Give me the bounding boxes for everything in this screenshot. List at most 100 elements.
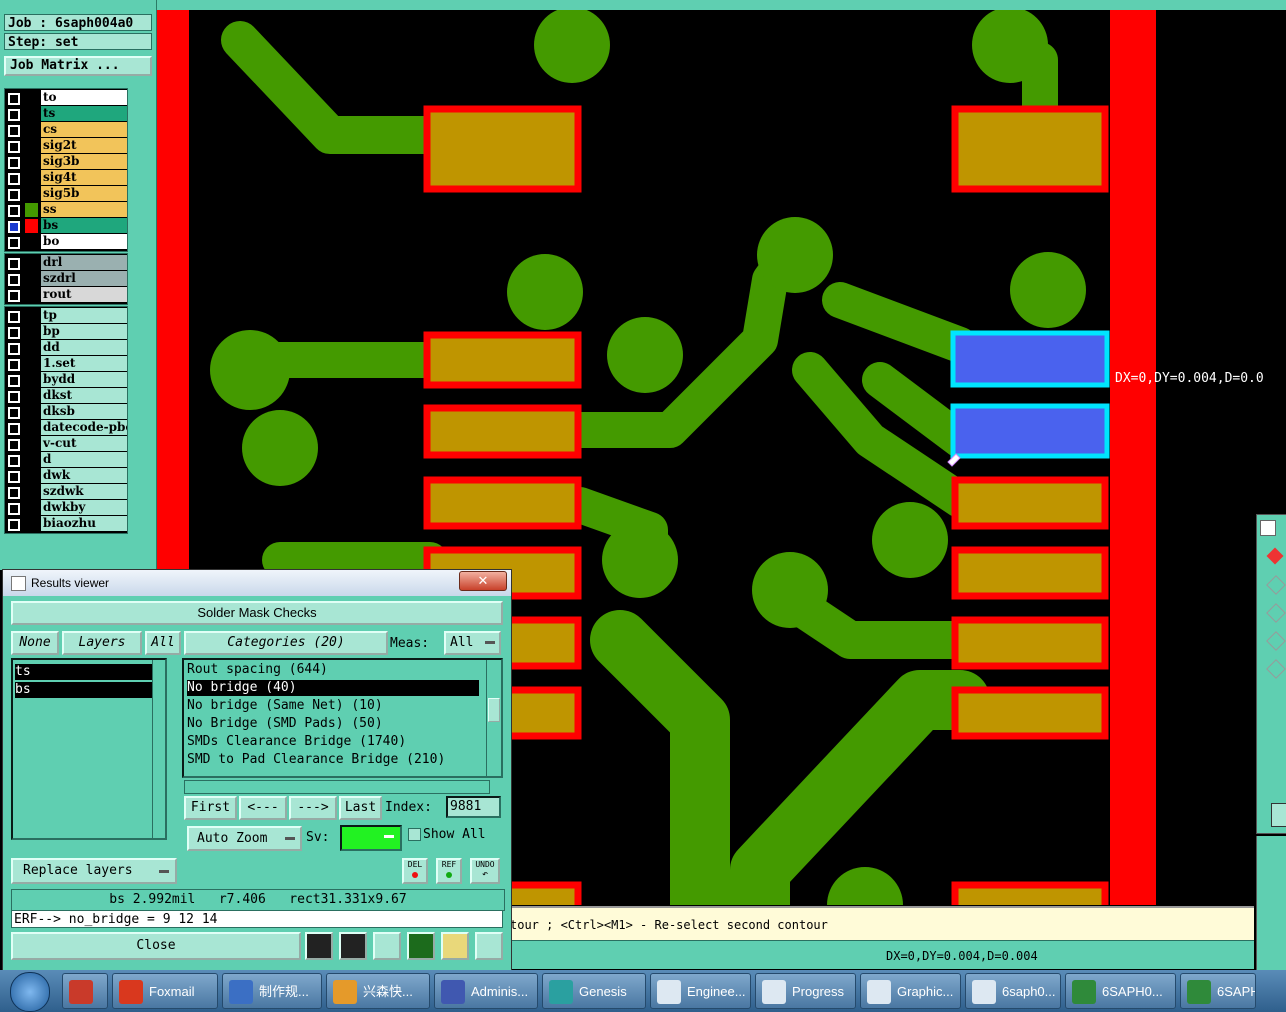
layer-checkbox[interactable] [8, 157, 20, 169]
layer-name[interactable]: dkst [41, 388, 127, 403]
layer-row[interactable]: dd [5, 340, 127, 356]
layer-name[interactable]: dwk [41, 468, 127, 483]
layer-list[interactable]: ts bs [11, 658, 167, 840]
layer-checkbox[interactable] [8, 487, 20, 499]
diamond-icon[interactable] [1266, 575, 1286, 595]
layer-row[interactable]: ss [5, 202, 127, 218]
layer-row[interactable]: dksb [5, 404, 127, 420]
report-icon[interactable] [441, 932, 469, 960]
layer-row[interactable]: rout [5, 287, 127, 303]
tool-icon-2[interactable] [339, 932, 367, 960]
layer-name[interactable]: datecode-pbe [41, 420, 127, 435]
layer-checkbox[interactable] [8, 391, 20, 403]
diamond-icon[interactable] [1266, 659, 1286, 679]
layer-name[interactable]: v-cut [41, 436, 127, 451]
layer-name[interactable]: ss [41, 202, 127, 217]
layer-row[interactable]: sig3b [5, 154, 127, 170]
taskbar-item[interactable]: Foxmail [112, 973, 218, 1009]
sv-color-dropdown[interactable] [340, 825, 402, 851]
layer-row[interactable]: cs [5, 122, 127, 138]
layer-row[interactable]: tp [5, 308, 127, 324]
layer-row[interactable]: szdrl [5, 271, 127, 287]
layer-row[interactable]: dwkby [5, 500, 127, 516]
layer-row[interactable]: dkst [5, 388, 127, 404]
layer-checkbox[interactable] [8, 221, 20, 233]
close-button[interactable]: Close [11, 932, 301, 960]
layer-row[interactable]: d [5, 452, 127, 468]
layer-row[interactable]: bp [5, 324, 127, 340]
category-list-item[interactable]: Rout spacing (644) [187, 662, 479, 678]
layer-checkbox[interactable] [8, 290, 20, 302]
meas-dropdown[interactable]: All [444, 631, 501, 655]
taskbar-item[interactable]: Genesis [542, 973, 646, 1009]
category-list[interactable]: Rout spacing (644) No bridge (40) No bridg… [182, 658, 503, 778]
chart-icon[interactable] [475, 932, 503, 960]
layer-name[interactable]: sig5b [41, 186, 127, 201]
taskbar-item[interactable]: Enginee... [650, 973, 751, 1009]
auto-zoom-dropdown[interactable]: Auto Zoom [187, 826, 302, 851]
layer-checkbox[interactable] [8, 109, 20, 121]
layer-name[interactable]: d [41, 452, 127, 467]
layer-row[interactable]: sig4t [5, 170, 127, 186]
layer-checkbox[interactable] [8, 343, 20, 355]
del-button[interactable]: DEL [402, 858, 428, 884]
layer-checkbox[interactable] [8, 311, 20, 323]
layer-checkbox[interactable] [8, 455, 20, 467]
layer-row[interactable]: dwk [5, 468, 127, 484]
layer-name[interactable]: sig2t [41, 138, 127, 153]
prev-button[interactable]: <--- [239, 796, 287, 820]
layer-row[interactable]: sig2t [5, 138, 127, 154]
layer-name[interactable]: bs [41, 218, 127, 233]
tool-icon-4[interactable] [407, 932, 435, 960]
layer-checkbox[interactable] [8, 258, 20, 270]
layer-name[interactable]: dwkby [41, 500, 127, 515]
layer-row[interactable]: szdwk [5, 484, 127, 500]
job-matrix-button[interactable]: Job Matrix ... [4, 56, 152, 76]
del-icon[interactable] [1271, 803, 1286, 827]
taskbar-item[interactable] [62, 973, 108, 1009]
layer-checkbox[interactable] [8, 274, 20, 286]
layer-row[interactable]: sig5b [5, 186, 127, 202]
layer-checkbox[interactable] [8, 93, 20, 105]
taskbar-item[interactable]: Progress [755, 973, 856, 1009]
scroll-thumb[interactable] [488, 698, 500, 722]
layer-name[interactable]: szdrl [41, 271, 127, 286]
layer-checkbox[interactable] [8, 359, 20, 371]
layer-row[interactable]: drl [5, 255, 127, 271]
ref-button[interactable]: REF [436, 858, 462, 884]
category-list-item[interactable]: SMDs Clearance Bridge (1740) [187, 734, 479, 750]
undo-button[interactable]: UNDO ↶ [470, 858, 500, 884]
index-input[interactable]: 9881 [446, 796, 501, 818]
layer-checkbox[interactable] [8, 407, 20, 419]
checks-header[interactable]: Solder Mask Checks [11, 601, 503, 625]
layer-name[interactable]: szdwk [41, 484, 127, 499]
layer-row[interactable]: 1.set [5, 356, 127, 372]
layer-name[interactable]: rout [41, 287, 127, 302]
layer-name[interactable]: tp [41, 308, 127, 323]
tool-icon-3[interactable] [373, 932, 401, 960]
last-button[interactable]: Last [339, 796, 382, 820]
layer-checkbox[interactable] [8, 141, 20, 153]
tool-icon-1[interactable] [305, 932, 333, 960]
layer-name[interactable]: dksb [41, 404, 127, 419]
layer-checkbox[interactable] [8, 205, 20, 217]
layer-row[interactable]: to [5, 90, 127, 106]
layer-name[interactable]: ts [41, 106, 127, 121]
layer-checkbox[interactable] [8, 237, 20, 249]
layer-checkbox[interactable] [8, 439, 20, 451]
category-list-item[interactable]: SMD to Pad Clearance Bridge (210) [187, 752, 479, 768]
layer-checkbox[interactable] [8, 125, 20, 137]
layer-name[interactable]: to [41, 90, 127, 105]
diamond-icon[interactable] [1266, 631, 1286, 651]
layer-row[interactable]: bs [5, 218, 127, 234]
diamond-icon[interactable] [1266, 547, 1284, 565]
layer-checkbox[interactable] [8, 173, 20, 185]
layer-checkbox[interactable] [8, 189, 20, 201]
show-all-checkbox[interactable] [408, 828, 421, 841]
layer-row[interactable]: bo [5, 234, 127, 250]
layer-row[interactable]: v-cut [5, 436, 127, 452]
category-list-item[interactable]: No bridge (40) [187, 680, 479, 696]
highlighted-pads[interactable] [947, 330, 1110, 467]
category-scrollbar[interactable] [486, 660, 501, 776]
layer-name[interactable]: bp [41, 324, 127, 339]
